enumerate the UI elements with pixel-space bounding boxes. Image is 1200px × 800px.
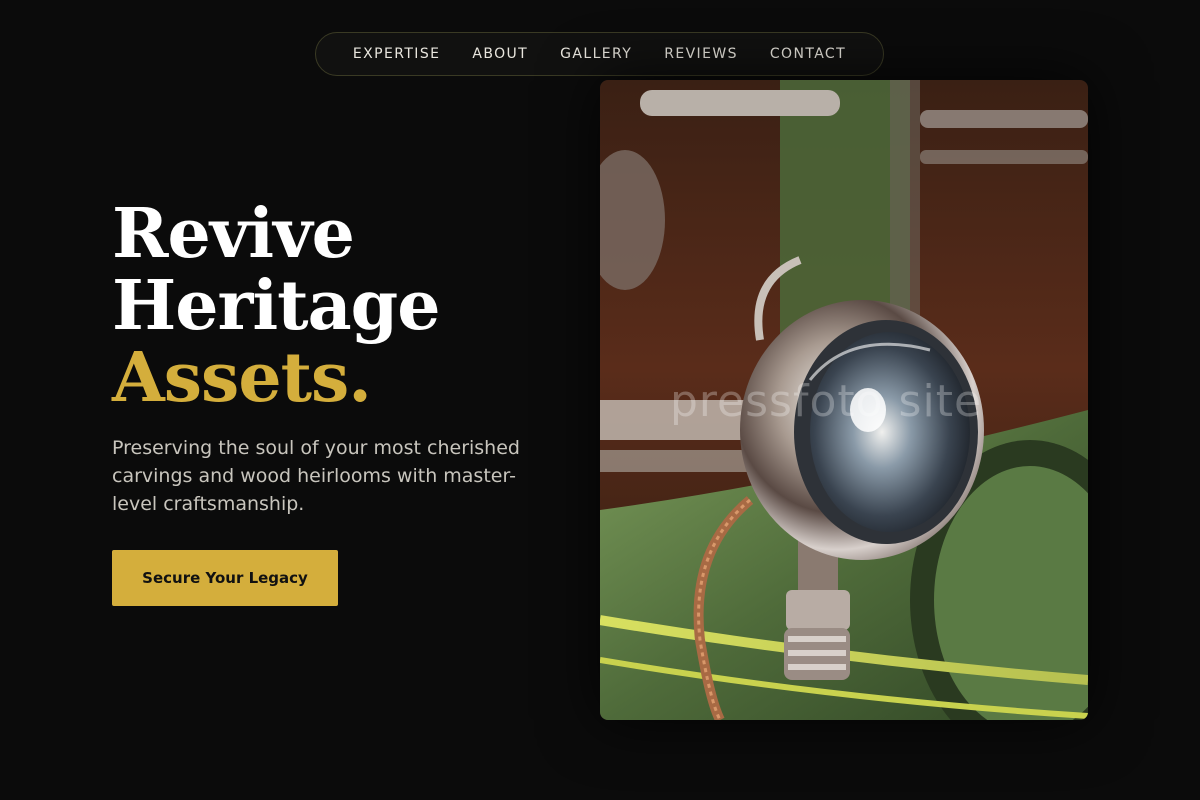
nav-link-gallery[interactable]: GALLERY (544, 46, 648, 62)
nav-link-contact[interactable]: CONTACT (754, 46, 862, 62)
hero-subtitle: Preserving the soul of your most cherish… (112, 437, 520, 515)
headline-accent: Assets. (112, 338, 372, 418)
nav-link-reviews[interactable]: REVIEWS (648, 46, 754, 62)
nav-link-about[interactable]: ABOUT (456, 46, 544, 62)
page: EXPERTISE ABOUT GALLERY REVIEWS CONTACT … (0, 0, 1200, 800)
hero-image: pressfoto site (600, 80, 1088, 720)
secure-legacy-button[interactable]: Secure Your Legacy (112, 550, 338, 606)
headline-line-1: Revive (112, 194, 355, 274)
hero-headline: Revive Heritage Assets. (112, 194, 440, 418)
headline-line-2: Heritage (112, 266, 440, 346)
main-nav: EXPERTISE ABOUT GALLERY REVIEWS CONTACT (315, 32, 884, 76)
image-watermark: pressfoto site (670, 376, 983, 427)
nav-link-expertise[interactable]: EXPERTISE (337, 46, 456, 62)
